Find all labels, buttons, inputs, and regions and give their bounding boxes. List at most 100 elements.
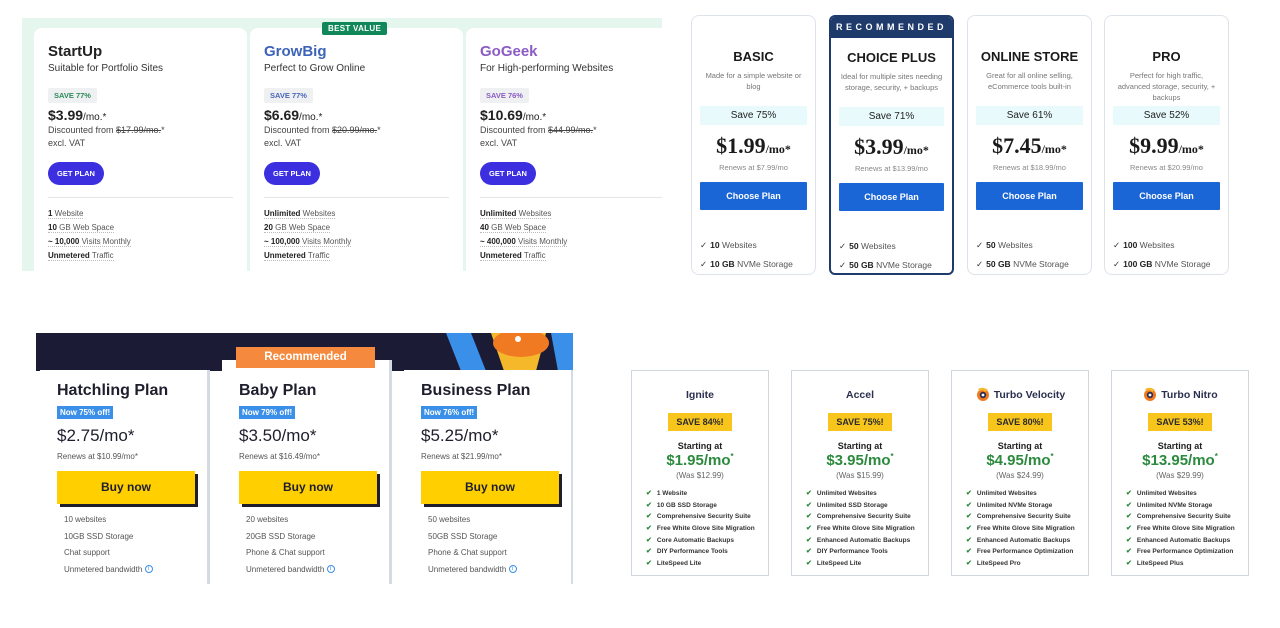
plan-card: GoGeek For High-performing Websites SAVE 7… — [466, 28, 662, 271]
discount-suffix: * — [161, 125, 165, 135]
divider — [480, 197, 662, 198]
feature-rest: NVMe Storage — [873, 260, 932, 270]
feature-text: ~ 10,000 Visits Monthly — [48, 237, 131, 247]
renewal-price: Renews at $10.99/mo* — [57, 452, 138, 461]
feature-text: 10 websites — [64, 515, 107, 524]
check-icon: ✔ — [1126, 560, 1132, 568]
feature-text: ~ 400,000 Visits Monthly — [480, 237, 568, 247]
save-badge: Save 75% — [700, 106, 807, 125]
feature-text: Free Performance Optimization — [1136, 548, 1234, 556]
feature-item: ✔ 1 Website — [646, 489, 768, 501]
price-unit: /mo.* — [299, 112, 323, 123]
feature-text: Unmetered bandwidth — [64, 564, 143, 574]
feature-item: Unmetered Traffic — [480, 249, 662, 263]
info-icon[interactable]: i — [144, 565, 153, 574]
feature-item: 50GB SSD Storage — [428, 532, 571, 549]
discount-prefix: Discounted from — [480, 125, 549, 135]
plan-description: Ideal for multiple sites needing storage… — [840, 72, 943, 92]
feature-rest: GB Web Space — [272, 223, 331, 232]
check-icon: ✔ — [646, 525, 652, 533]
feature-list: Unlimited Websites 20 GB Web Space ~ 100,0… — [264, 207, 449, 263]
discount-suffix: * — [377, 125, 381, 135]
original-price: $20.99/mo. — [332, 125, 378, 135]
discount-badge: Now 75% off! — [57, 406, 114, 419]
choose-plan-button[interactable]: Choose Plan — [1113, 182, 1220, 210]
price-unit: /mo* — [903, 143, 929, 157]
feature-bold: Unmetered — [48, 251, 90, 260]
plan-name: Turbo Nitro — [1161, 389, 1218, 401]
feature-rest: GB Web Space — [488, 223, 547, 232]
feature-text: Unlimited Websites — [976, 490, 1037, 497]
feature-item: Unmetered bandwidth i — [246, 565, 389, 582]
feature-item: ✔ Comprehensive Security Suite — [966, 512, 1088, 524]
info-icon[interactable]: i — [326, 565, 335, 574]
plan-name: Business Plan — [421, 382, 531, 399]
choose-plan-button[interactable]: Choose Plan — [700, 182, 807, 210]
feature-item: Unmetered bandwidth i — [64, 565, 207, 582]
get-plan-button[interactable]: GET PLAN — [480, 162, 536, 185]
choose-plan-button[interactable]: Choose Plan — [976, 182, 1083, 210]
feature-list: 1 Website 10 GB Web Space ~ 10,000 Visits … — [48, 207, 233, 263]
feature-item: ✔ Free Performance Optimization — [966, 547, 1088, 559]
save-badge: SAVE 75%! — [828, 413, 892, 431]
original-price: $44.99/mo. — [548, 125, 594, 135]
renewal-price: Renews at $20.99/mo — [1130, 163, 1203, 172]
check-icon: ✔ — [1126, 490, 1132, 497]
feature-item: ✔ Comprehensive Security Suite — [646, 512, 768, 524]
feature-list: 20 websites 20GB SSD Storage Phone & Chat … — [246, 515, 389, 581]
feature-text: 1 Website — [48, 209, 84, 219]
plan-card: GrowBig Perfect to Grow Online SAVE 77% $6.… — [250, 28, 463, 271]
feature-item: ✔ LiteSpeed Plus — [1126, 559, 1248, 571]
get-plan-button[interactable]: GET PLAN — [264, 162, 320, 185]
feature-item: ✓ 10 Websites — [700, 240, 815, 259]
buy-now-button[interactable]: Buy now — [239, 471, 377, 504]
feature-text: Free White Glove Site Migration — [976, 525, 1075, 533]
feature-text: LiteSpeed Plus — [1136, 560, 1184, 568]
divider — [48, 197, 233, 198]
feature-bold: 10 — [710, 240, 720, 250]
check-icon: ✔ — [966, 548, 972, 556]
plan-card: Hatchling Plan Now 75% off! $2.75/mo* Renew… — [40, 370, 210, 584]
plan-card: Turbo Velocity SAVE 80%! Starting at $4.95/… — [951, 370, 1089, 576]
price-amount: $13.95/mo — [1142, 452, 1215, 469]
plan-price: $6.69/mo.* — [264, 107, 449, 123]
price-amount: $3.99 — [854, 134, 904, 159]
check-icon: ✔ — [646, 490, 652, 497]
vat-note: excl. VAT — [480, 138, 518, 148]
price-asterisk: * — [890, 452, 894, 461]
feature-item: 10 GB Web Space — [48, 221, 233, 235]
feature-bold: Unmetered — [480, 251, 522, 260]
feature-item: ✔ Free White Glove Site Migration — [806, 524, 928, 536]
save-badge: SAVE 84%! — [668, 413, 732, 431]
feature-bold: 50 — [849, 241, 859, 251]
feature-item: ✔ Enhanced Automatic Backups — [966, 536, 1088, 548]
feature-text: DIY Performance Tools — [816, 548, 888, 556]
feature-text: Free Performance Optimization — [976, 548, 1074, 556]
plan-card: Business Plan Now 76% off! $5.25/mo* Renews… — [404, 370, 573, 584]
buy-now-button[interactable]: Buy now — [57, 471, 195, 504]
divider — [264, 197, 449, 198]
check-icon: ✔ — [806, 548, 812, 556]
price-asterisk: * — [1050, 452, 1054, 461]
save-badge: SAVE 77% — [264, 88, 313, 103]
get-plan-button[interactable]: GET PLAN — [48, 162, 104, 185]
feature-rest: Visits Monthly — [299, 237, 352, 246]
info-icon[interactable]: i — [508, 565, 517, 574]
save-badge: SAVE 80%! — [988, 413, 1052, 431]
feature-item: ✓ 100 GB NVMe Storage — [1113, 259, 1228, 278]
feature-item: Unmetered Traffic — [264, 249, 449, 263]
feature-bold: 10 GB — [710, 259, 735, 269]
plan-card: RECOMMENDED CHOICE PLUS Ideal for multiple… — [829, 15, 954, 275]
choose-plan-button[interactable]: Choose Plan — [839, 183, 944, 211]
plan-subtitle: Suitable for Portfolio Sites — [48, 63, 164, 74]
best-value-badge: BEST VALUE — [322, 22, 388, 35]
feature-text: Unmetered Traffic — [264, 251, 330, 261]
feature-list: Unlimited Websites 40 GB Web Space ~ 400,0… — [480, 207, 662, 263]
feature-item: 50 websites — [428, 515, 571, 532]
discount-prefix: Discounted from — [264, 125, 333, 135]
save-badge: Save 52% — [1113, 106, 1220, 125]
mascot-illustration — [426, 333, 573, 371]
original-price: $17.99/mo. — [116, 125, 162, 135]
save-badge: SAVE 77% — [48, 88, 97, 103]
buy-now-button[interactable]: Buy now — [421, 471, 559, 504]
